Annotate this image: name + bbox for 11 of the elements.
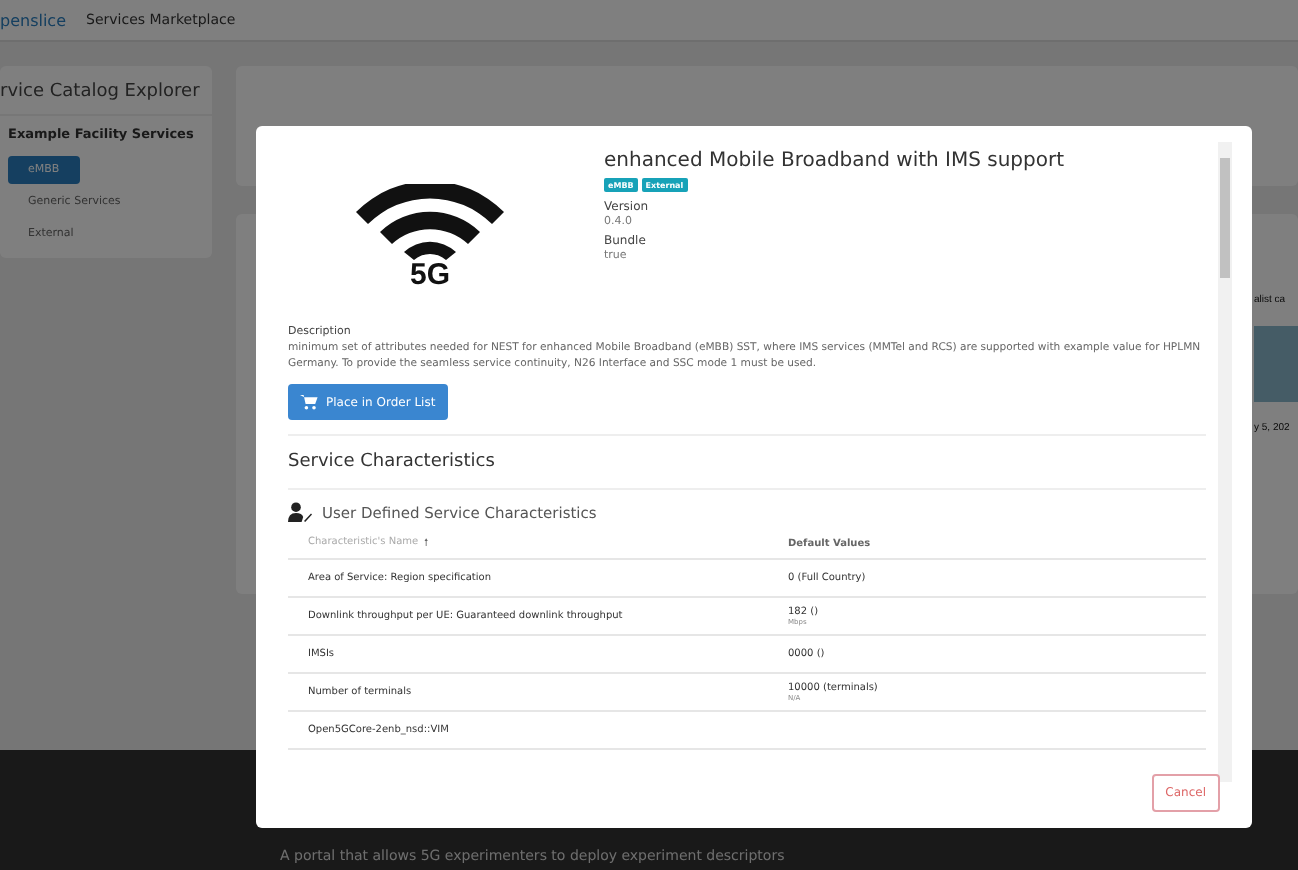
scrollbar-thumb[interactable]	[1220, 158, 1230, 278]
section-title: Service Characteristics	[288, 434, 1206, 489]
logo-text[interactable]: penslice	[0, 11, 67, 29]
wifi-signal-icon	[352, 183, 508, 259]
image-caption: 5G	[409, 259, 450, 289]
user-edit-icon	[288, 502, 312, 523]
sidebar-title: rvice Catalog Explorer	[0, 66, 212, 116]
photo-placeholder	[1254, 326, 1298, 402]
cart-icon	[300, 394, 318, 411]
scrollbar[interactable]	[1218, 142, 1232, 782]
modal-title: enhanced Mobile Broadband with IMS support	[604, 150, 1065, 172]
